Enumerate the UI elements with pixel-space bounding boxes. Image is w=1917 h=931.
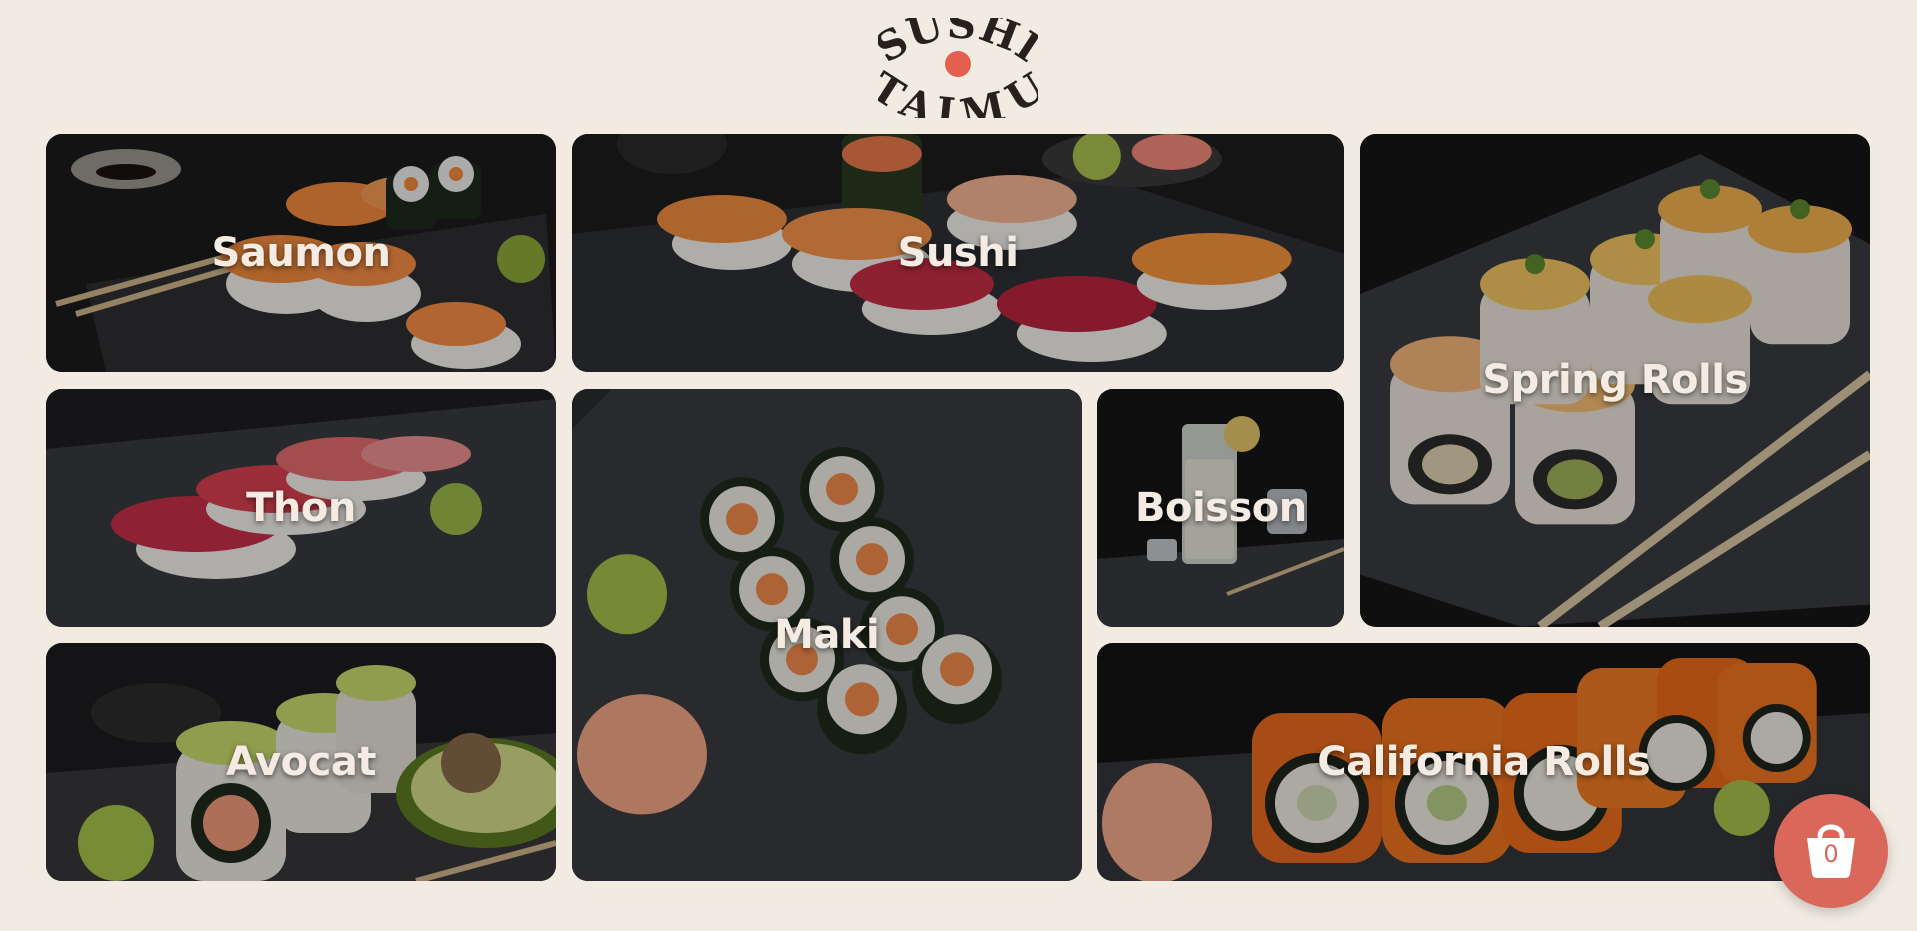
category-label-thon: Thon (246, 484, 356, 531)
category-label-avocat: Avocat (226, 739, 376, 785)
cart-button[interactable]: 0 (1774, 794, 1888, 908)
brand-sun-dot (945, 51, 971, 77)
category-tile-maki[interactable]: Maki (571, 388, 1082, 881)
category-label-saumon: Saumon (211, 230, 391, 276)
category-tile-avocat[interactable]: Avocat (46, 643, 556, 881)
category-label-spring-rolls: Spring Rolls (1482, 357, 1748, 404)
category-label-sushi: Sushi (897, 230, 1019, 276)
cart-count: 0 (1823, 840, 1839, 868)
category-label-maki: Maki (774, 611, 880, 658)
category-tile-saumon[interactable]: Saumon (46, 134, 556, 372)
brand-logo[interactable]: SUSHI TAIMU (862, 1, 1052, 139)
category-tile-thon[interactable]: Thon (46, 388, 556, 627)
category-label-california-rolls: California Rolls (1317, 739, 1651, 785)
category-tile-california-rolls[interactable]: California Rolls (1097, 643, 1871, 881)
category-grid: Saumon Sushi Spring Rolls Thon Maki Bois… (46, 134, 1871, 882)
category-tile-sushi[interactable]: Sushi (571, 134, 1345, 372)
category-tile-boisson[interactable]: Boisson (1097, 388, 1345, 627)
category-label-boisson: Boisson (1134, 484, 1307, 531)
category-tile-spring-rolls[interactable]: Spring Rolls (1360, 134, 1871, 627)
